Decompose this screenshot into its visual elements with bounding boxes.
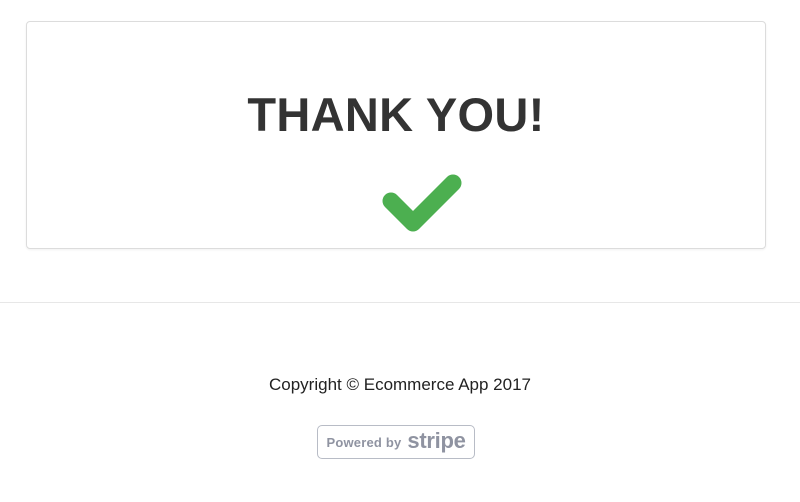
powered-by-label: Powered by: [326, 434, 402, 450]
thank-you-title: THANK YOU!: [247, 88, 545, 141]
powered-by-stripe-badge[interactable]: Powered by stripe: [317, 425, 475, 459]
copyright-text: Copyright © Ecommerce App 2017: [269, 375, 531, 394]
thank-you-card: THANK YOU!: [26, 21, 766, 249]
footer-divider: [0, 302, 800, 303]
page: THANK YOU! Copyright © Ecommerce App 201…: [0, 0, 800, 502]
stripe-logo: stripe: [407, 428, 466, 453]
checkmark-icon: [379, 172, 465, 238]
